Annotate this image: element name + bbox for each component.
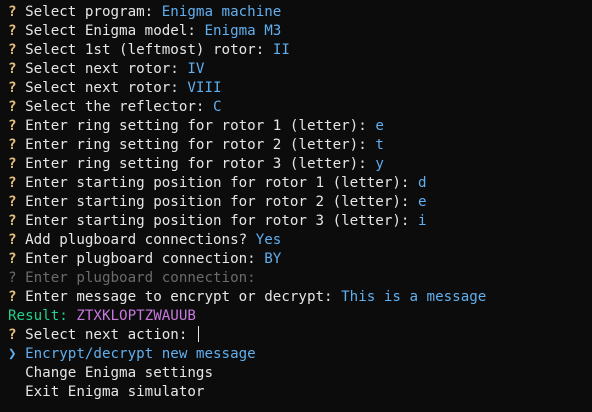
question-mark-icon: ? bbox=[8, 194, 17, 210]
answer-text: Yes bbox=[255, 232, 282, 248]
question-mark-icon: ? bbox=[8, 289, 17, 305]
question-mark-icon: ? bbox=[8, 175, 17, 191]
question-mark-icon: ? bbox=[8, 327, 17, 343]
prompt-line-reflector: ? Select the reflector: C bbox=[8, 98, 592, 117]
question-text: Enter starting position for rotor 2 (let… bbox=[25, 194, 419, 210]
question-mark-icon: ? bbox=[8, 213, 17, 229]
question-text: Select program: bbox=[25, 4, 162, 20]
answer-text: BY bbox=[264, 251, 282, 267]
prompt-line-model: ? Select Enigma model: Enigma M3 bbox=[8, 22, 592, 41]
question-text: Enter ring setting for rotor 1 (letter): bbox=[25, 118, 376, 134]
prompt-line-ring-3: ? Enter ring setting for rotor 3 (letter… bbox=[8, 155, 592, 174]
answer-text: i bbox=[418, 213, 427, 229]
question-text: Enter plugboard connection: bbox=[25, 251, 265, 267]
answer-text: e bbox=[418, 194, 427, 210]
question-text: Enter starting position for rotor 1 (let… bbox=[25, 175, 419, 191]
answer-text: IV bbox=[187, 61, 205, 77]
prompt-line-message: ? Enter message to encrypt or decrypt: T… bbox=[8, 288, 592, 307]
answer-text: II bbox=[272, 42, 290, 58]
answer-text: Enigma M3 bbox=[204, 23, 282, 39]
question-text: Enter plugboard connection: bbox=[25, 270, 256, 286]
answer-text: y bbox=[375, 156, 384, 172]
prompt-line-ring-2: ? Enter ring setting for rotor 2 (letter… bbox=[8, 136, 592, 155]
question-text: Enter starting position for rotor 3 (let… bbox=[25, 213, 419, 229]
question-mark-icon: ? bbox=[8, 80, 17, 96]
prompt-line-start-1: ? Enter starting position for rotor 1 (l… bbox=[8, 174, 592, 193]
menu-option-label: Encrypt/decrypt new message bbox=[25, 346, 256, 362]
question-mark-icon: ? bbox=[8, 156, 17, 172]
prompt-line-plugboard-toggle: ? Add plugboard connections? Yes bbox=[8, 231, 592, 250]
text-cursor bbox=[197, 326, 199, 342]
question-text: Select 1st (leftmost) rotor: bbox=[25, 42, 273, 58]
prompt-line-program: ? Select program: Enigma machine bbox=[8, 3, 592, 22]
question-text: Select next action: bbox=[25, 327, 196, 343]
prompt-line-start-2: ? Enter starting position for rotor 2 (l… bbox=[8, 193, 592, 212]
question-text: Enter message to encrypt or decrypt: bbox=[25, 289, 342, 305]
question-text: Add plugboard connections? bbox=[25, 232, 256, 248]
prompt-line-ring-1: ? Enter ring setting for rotor 1 (letter… bbox=[8, 117, 592, 136]
terminal-window: ? Select program: Enigma machine ? Selec… bbox=[0, 0, 592, 412]
answer-text: t bbox=[375, 137, 384, 153]
prompt-line-start-3: ? Enter starting position for rotor 3 (l… bbox=[8, 212, 592, 231]
question-text: Select next rotor: bbox=[25, 61, 188, 77]
prompt-line-rotor-1: ? Select 1st (leftmost) rotor: II bbox=[8, 41, 592, 60]
question-text: Enter ring setting for rotor 2 (letter): bbox=[25, 137, 376, 153]
question-mark-icon: ? bbox=[8, 99, 17, 115]
question-mark-icon: ? bbox=[8, 61, 17, 77]
question-text: Select next rotor: bbox=[25, 80, 188, 96]
menu-option-change-settings[interactable]: Change Enigma settings bbox=[8, 364, 592, 383]
result-value: ZTXKLOPTZWAUUB bbox=[76, 308, 196, 324]
result-label: Result: bbox=[8, 308, 77, 324]
menu-option-encrypt-decrypt[interactable]: ❯ Encrypt/decrypt new message bbox=[8, 345, 592, 364]
answer-text: C bbox=[213, 99, 222, 115]
answer-text: Enigma machine bbox=[161, 4, 282, 20]
question-text: Select the reflector: bbox=[25, 99, 214, 115]
prompt-line-plugboard-connection: ? Enter plugboard connection: BY bbox=[8, 250, 592, 269]
prompt-line-rotor-3: ? Select next rotor: VIII bbox=[8, 79, 592, 98]
answer-text: This is a message bbox=[341, 289, 487, 305]
question-text: Select Enigma model: bbox=[25, 23, 205, 39]
question-mark-icon: ? bbox=[8, 23, 17, 39]
menu-option-exit[interactable]: Exit Enigma simulator bbox=[8, 383, 592, 402]
pointer-icon: ❯ bbox=[8, 346, 17, 362]
answer-text: VIII bbox=[187, 80, 222, 96]
question-mark-icon: ? bbox=[8, 42, 17, 58]
prompt-line-next-action[interactable]: ? Select next action: bbox=[8, 326, 592, 345]
prompt-line-plugboard-connection-empty: ? Enter plugboard connection: bbox=[8, 269, 592, 288]
question-mark-icon: ? bbox=[8, 118, 17, 134]
prompt-line-rotor-2: ? Select next rotor: IV bbox=[8, 60, 592, 79]
result-line: Result: ZTXKLOPTZWAUUB bbox=[8, 307, 592, 326]
question-mark-icon: ? bbox=[8, 137, 17, 153]
question-mark-icon: ? bbox=[8, 232, 17, 248]
menu-option-label: Change Enigma settings bbox=[25, 365, 214, 381]
question-mark-icon: ? bbox=[8, 251, 17, 267]
menu-option-label: Exit Enigma simulator bbox=[25, 384, 205, 400]
question-text: Enter ring setting for rotor 3 (letter): bbox=[25, 156, 376, 172]
answer-text: d bbox=[418, 175, 427, 191]
question-mark-icon: ? bbox=[8, 270, 17, 286]
question-mark-icon: ? bbox=[8, 4, 17, 20]
answer-text: e bbox=[375, 118, 384, 134]
